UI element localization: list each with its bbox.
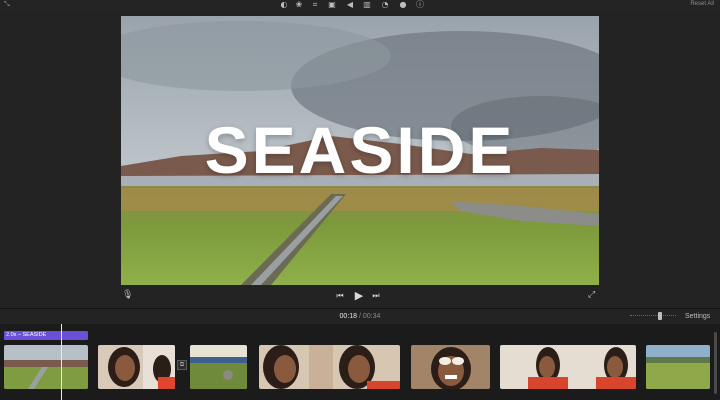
speed-icon[interactable]: ◔ [380, 0, 390, 10]
noise-reduction-icon[interactable]: ▥ [362, 0, 372, 10]
current-time: 00:18 [339, 313, 358, 320]
divider [0, 308, 720, 309]
clip-filter-icon[interactable]: ● [398, 0, 408, 10]
playhead[interactable] [61, 324, 62, 400]
imovie-window: ⤡ ◐ ❀ ⌗ ▣ ◀ ▥ ◔ ● ⓘ Reset All SEASIDE 🎙 … [0, 0, 720, 400]
video-clip[interactable] [4, 345, 88, 389]
video-clip[interactable] [259, 345, 400, 389]
video-clip[interactable] [646, 345, 710, 389]
reset-all-button[interactable]: Reset All [690, 0, 714, 8]
transition-icon[interactable]: ⧉ [177, 360, 187, 370]
video-clip[interactable] [500, 345, 636, 389]
time-separator: / [359, 313, 361, 320]
timeline-scrollbar[interactable] [714, 332, 717, 394]
play-icon[interactable]: ▶ [352, 290, 366, 302]
adjustment-toolbar: ⤡ ◐ ❀ ⌗ ▣ ◀ ▥ ◔ ● ⓘ Reset All [0, 0, 720, 12]
video-clip[interactable] [190, 345, 247, 389]
magic-wand-icon[interactable]: ⤡ [4, 0, 10, 9]
title-clip[interactable]: 2.0s – SEASIDE [4, 331, 88, 340]
volume-icon[interactable]: ◀ [345, 0, 355, 10]
microphone-icon[interactable]: 🎙 [122, 290, 133, 302]
color-balance-icon[interactable]: ◐ [279, 0, 289, 10]
video-viewer: SEASIDE [121, 16, 599, 285]
info-icon[interactable]: ⓘ [415, 0, 425, 10]
skip-forward-icon[interactable]: ⏭ [371, 290, 381, 302]
title-overlay-text: SEASIDE [204, 113, 516, 187]
total-time: 00:34 [362, 313, 381, 320]
skip-back-icon[interactable]: ⏮ [335, 290, 345, 302]
stabilization-icon[interactable]: ▣ [327, 0, 337, 10]
video-clip[interactable] [98, 345, 175, 389]
timeline-zoom-slider[interactable] [630, 315, 676, 318]
crop-icon[interactable]: ⌗ [310, 0, 320, 10]
zoom-slider-knob[interactable] [658, 312, 662, 320]
video-clip[interactable] [411, 345, 490, 389]
settings-button[interactable]: Settings [685, 312, 710, 321]
fullscreen-icon[interactable]: ⤢ [588, 290, 598, 302]
color-correction-icon[interactable]: ❀ [294, 0, 304, 10]
timecode: 00:18 / 00:34 [0, 312, 720, 321]
